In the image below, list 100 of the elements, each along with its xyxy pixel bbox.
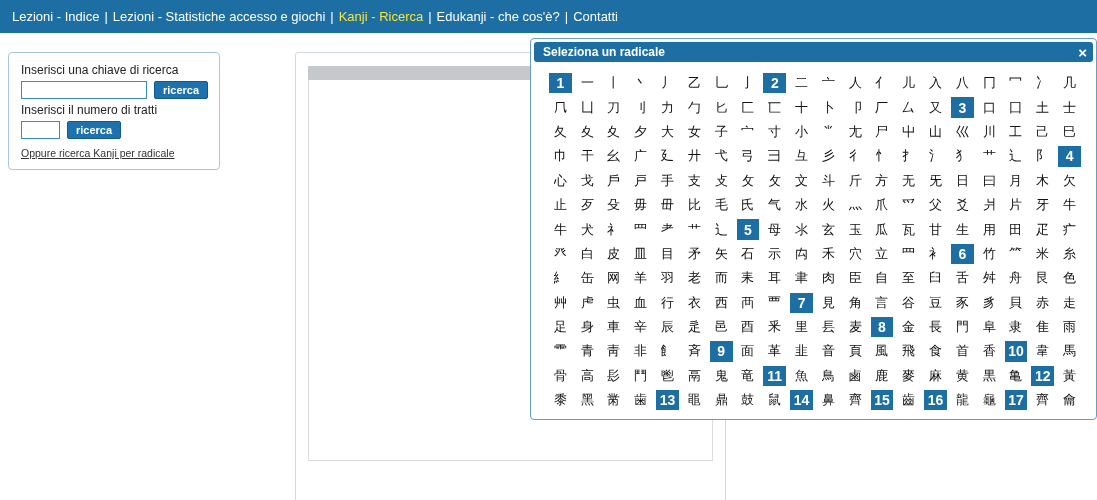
radical-option[interactable]: 日 <box>948 168 976 193</box>
radical-option[interactable]: 心 <box>547 168 574 193</box>
radical-option[interactable]: 舛 <box>975 266 1003 291</box>
radical-option[interactable]: 石 <box>734 241 762 267</box>
radical-option[interactable]: 缶 <box>573 266 601 291</box>
radical-option[interactable]: 厂 <box>868 95 896 120</box>
radical-option[interactable]: 田 <box>1002 217 1030 242</box>
radical-option[interactable]: 音 <box>814 339 842 364</box>
radical-option[interactable]: 支 <box>681 168 708 193</box>
radical-option[interactable]: 目 <box>654 241 681 267</box>
radical-option[interactable]: 片 <box>1002 192 1030 218</box>
radical-option[interactable]: 母 <box>761 217 789 242</box>
radical-option[interactable]: 戈 <box>573 168 601 193</box>
radical-option[interactable]: 斤 <box>841 168 869 193</box>
radical-option[interactable]: 弓 <box>734 144 762 169</box>
radical-option[interactable]: 夂 <box>547 119 574 145</box>
radical-option[interactable]: 二 <box>788 71 815 96</box>
radical-option[interactable]: 礻 <box>600 217 628 242</box>
radical-option[interactable]: 馬 <box>1056 339 1083 364</box>
radical-option[interactable]: 牛 <box>547 217 574 242</box>
radical-option[interactable]: 乚 <box>707 71 735 96</box>
nav-link[interactable]: Kanji - Ricerca <box>338 9 424 24</box>
radical-option[interactable]: 歯 <box>627 388 655 413</box>
radical-option[interactable]: 彳 <box>841 144 869 169</box>
radical-option[interactable]: 木 <box>1029 168 1057 193</box>
radical-option[interactable]: 彡 <box>814 144 842 169</box>
radical-option[interactable]: 老 <box>681 266 708 291</box>
radical-option[interactable]: 黃 <box>1056 363 1083 389</box>
radical-option[interactable]: 一 <box>573 71 601 96</box>
radical-option[interactable]: 矢 <box>707 241 735 267</box>
radical-option[interactable]: 艮 <box>1029 266 1057 291</box>
radical-option[interactable]: 冖 <box>1002 71 1030 96</box>
radical-option[interactable]: 夊 <box>573 119 601 145</box>
radical-option[interactable]: 身 <box>573 314 601 340</box>
radical-option[interactable]: 鬲 <box>681 363 708 389</box>
radical-option[interactable]: 扌 <box>895 144 923 169</box>
radical-option[interactable]: ⺮ <box>1002 241 1030 267</box>
nav-link[interactable]: Lezioni - Indice <box>12 9 100 24</box>
radical-option[interactable]: 糸 <box>1056 241 1083 267</box>
radical-option[interactable]: 穴 <box>841 241 869 267</box>
radical-option[interactable]: 大 <box>654 119 681 145</box>
radical-option[interactable]: 耂 <box>654 217 681 242</box>
radical-option[interactable]: 己 <box>1029 119 1057 145</box>
radical-option[interactable]: 臣 <box>841 266 869 291</box>
radical-option[interactable]: 子 <box>707 119 735 145</box>
radical-option[interactable]: 非 <box>627 339 655 364</box>
radical-option[interactable]: 言 <box>868 290 896 315</box>
radical-option[interactable]: 巾 <box>547 144 574 169</box>
radical-option[interactable]: 冫 <box>1029 71 1057 96</box>
radical-option[interactable]: 戸 <box>627 168 655 193</box>
radical-option[interactable]: 水 <box>788 192 815 218</box>
radical-option[interactable]: 走 <box>1056 290 1083 315</box>
radical-option[interactable]: 文 <box>788 168 815 193</box>
radical-option[interactable]: 儿 <box>895 71 923 96</box>
radical-option[interactable]: 骨 <box>547 363 574 389</box>
radical-option[interactable]: 辵 <box>681 314 708 340</box>
radical-option[interactable]: 卩 <box>841 95 869 120</box>
radical-option[interactable]: 斉 <box>681 339 708 364</box>
radical-option[interactable]: 灬 <box>841 192 869 218</box>
radical-option[interactable]: 韋 <box>1029 339 1057 364</box>
radical-option[interactable]: 刂 <box>627 95 655 120</box>
radical-option[interactable]: 罒 <box>627 217 655 242</box>
radical-option[interactable]: 臼 <box>922 266 949 291</box>
radical-option[interactable]: 勹 <box>681 95 708 120</box>
radical-option[interactable]: 戶 <box>600 168 628 193</box>
radical-option[interactable]: 長 <box>922 314 949 340</box>
radical-option[interactable]: 貝 <box>1002 290 1030 315</box>
radical-option[interactable]: 尸 <box>868 119 896 145</box>
radical-option[interactable]: 襾 <box>734 290 762 315</box>
radical-option[interactable]: 人 <box>841 71 869 96</box>
radical-option[interactable]: 廾 <box>681 144 708 169</box>
radical-option[interactable]: 鬥 <box>627 363 655 389</box>
radical-option[interactable]: 宀 <box>734 119 762 145</box>
radical-option[interactable]: 口 <box>975 95 1003 120</box>
radical-option[interactable]: 糹 <box>547 266 574 291</box>
radical-option[interactable]: 夕 <box>627 119 655 145</box>
radical-option[interactable]: 麦 <box>841 314 869 340</box>
radical-option[interactable]: 高 <box>573 363 601 389</box>
close-button[interactable]: × <box>1078 43 1087 61</box>
radical-option[interactable]: 工 <box>1002 119 1030 145</box>
radical-option[interactable]: 鳥 <box>814 363 842 389</box>
radical-option[interactable]: 青 <box>573 339 601 364</box>
radical-option[interactable]: 耳 <box>761 266 789 291</box>
radical-option[interactable]: 行 <box>654 290 681 315</box>
radical-option[interactable]: 弋 <box>707 144 735 169</box>
radical-option[interactable]: 干 <box>573 144 601 169</box>
radical-option[interactable]: 牙 <box>1029 192 1057 218</box>
radical-option[interactable]: 十 <box>788 95 815 120</box>
radical-option[interactable]: 黒 <box>975 363 1003 389</box>
radical-option[interactable]: 刀 <box>600 95 628 120</box>
nav-link[interactable]: Lezioni - Statistiche accesso e giochi <box>112 9 326 24</box>
radical-option[interactable]: 韭 <box>788 339 815 364</box>
radical-option[interactable]: 月 <box>1002 168 1030 193</box>
radical-option[interactable]: 齒 <box>895 388 923 413</box>
radical-option[interactable]: 聿 <box>788 266 815 291</box>
radical-option[interactable]: 毛 <box>707 192 735 218</box>
radical-option[interactable]: 玉 <box>841 217 869 242</box>
radical-option[interactable]: 力 <box>654 95 681 120</box>
radical-option[interactable]: 雨 <box>1056 314 1083 340</box>
radical-option[interactable]: 火 <box>814 192 842 218</box>
